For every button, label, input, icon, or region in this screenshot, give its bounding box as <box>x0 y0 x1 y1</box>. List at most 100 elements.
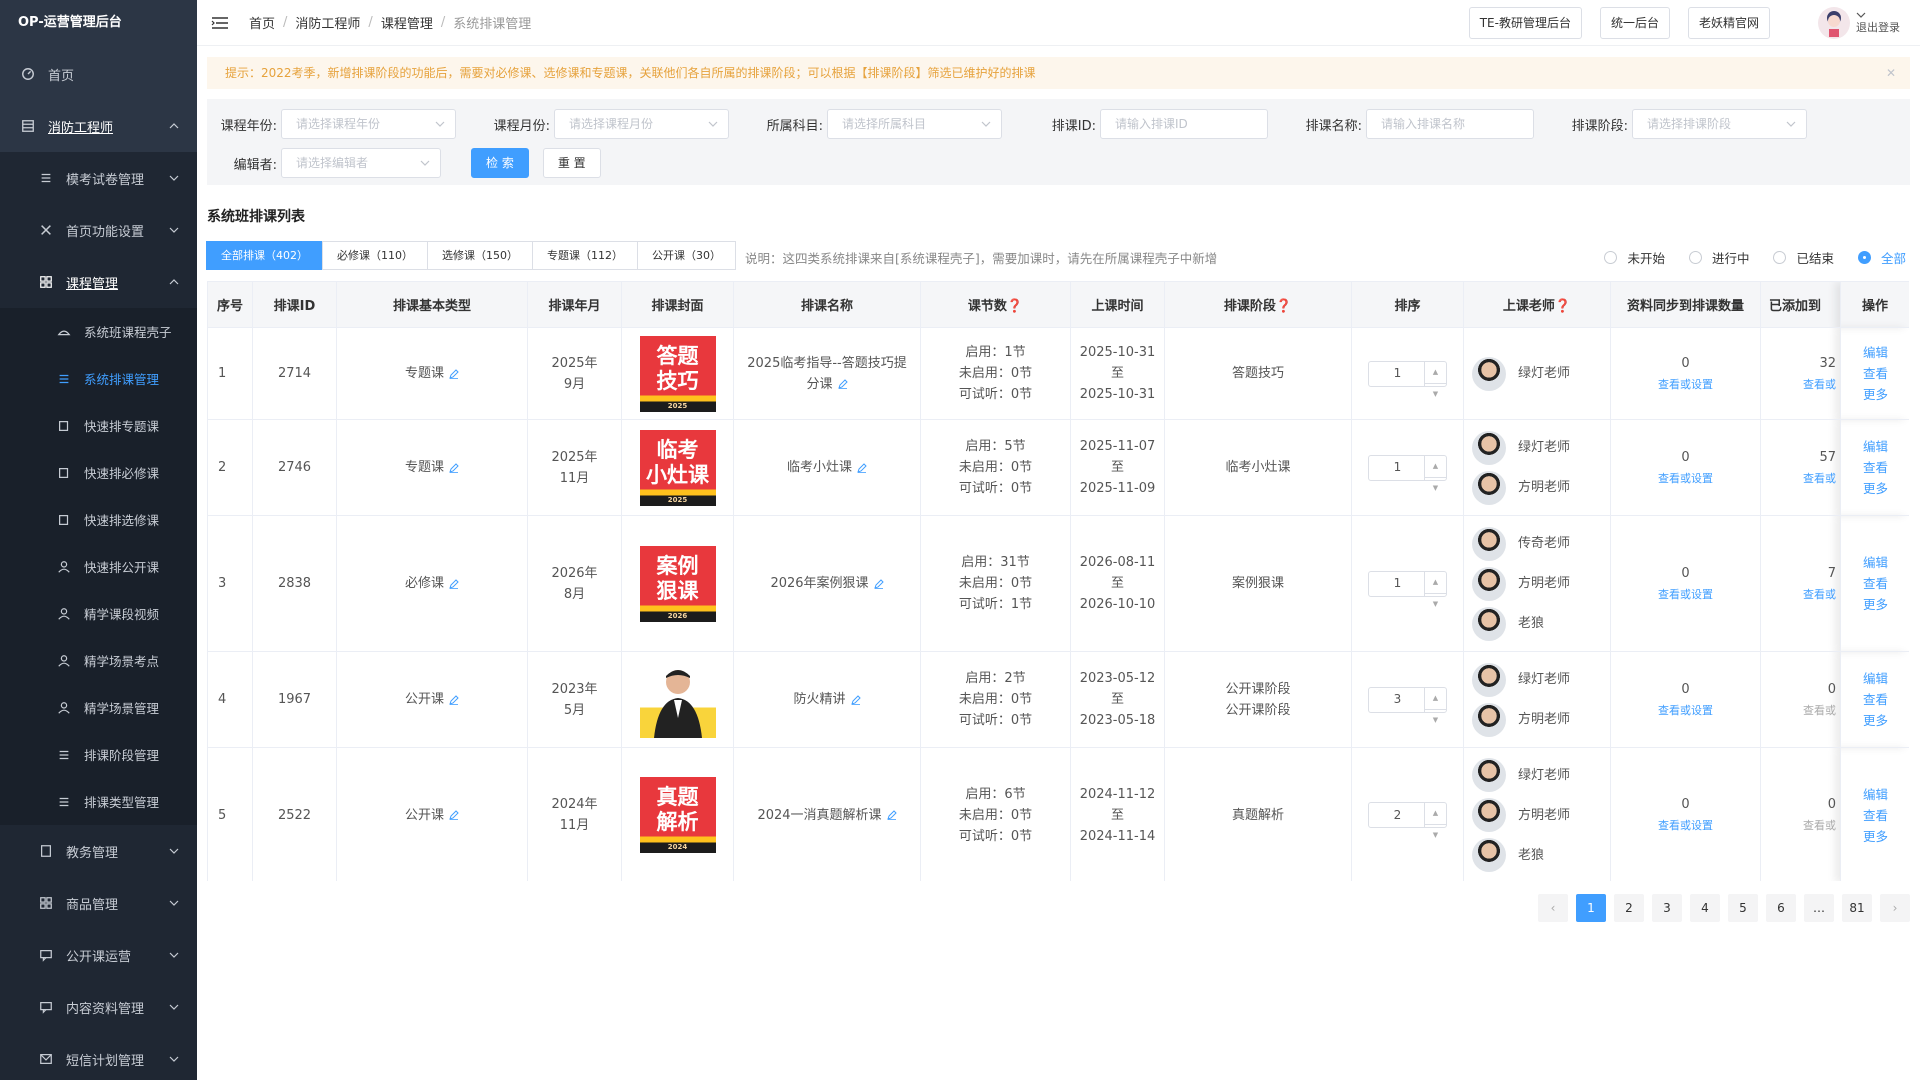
more-link[interactable]: 更多 <box>1863 478 1909 499</box>
sidebar-item-sms[interactable]: 短信计划管理 <box>0 1033 197 1080</box>
sync-settings-link[interactable]: 查看或设置 <box>1611 815 1760 836</box>
sidebar-item-course-management[interactable]: 课程管理 <box>0 256 197 308</box>
sidebar-group-fire-engineer[interactable]: 消防工程师 <box>0 100 197 152</box>
decrement-icon[interactable]: ▼ <box>1425 478 1446 499</box>
order-stepper[interactable]: 1 ▲ ▼ <box>1368 360 1447 398</box>
menu-toggle-icon[interactable] <box>211 16 229 30</box>
view-link[interactable]: 查看 <box>1863 689 1909 710</box>
help-icon[interactable]: ❓ <box>1555 299 1571 314</box>
view-link[interactable]: 查看 <box>1863 805 1909 826</box>
sidebar-item-scene-management[interactable]: 精学场景管理 <box>0 684 197 731</box>
view-link[interactable]: 查看 <box>1863 457 1909 478</box>
edit-icon[interactable] <box>886 810 897 820</box>
edit-link[interactable]: 编辑 <box>1863 342 1909 363</box>
sidebar-item-schedule-management[interactable]: 系统排课管理 <box>0 355 197 402</box>
sync-settings-link[interactable]: 查看或设置 <box>1611 700 1760 721</box>
year-select[interactable]: 请选择课程年份 <box>281 109 456 139</box>
subject-select[interactable]: 请选择所属科目 <box>827 109 1002 139</box>
radio-in-progress[interactable]: 进行中 <box>1688 248 1749 267</box>
sidebar-item-quick-elective[interactable]: 快速排选修课 <box>0 496 197 543</box>
user-menu[interactable]: 退出登录 <box>1818 6 1900 39</box>
edit-icon[interactable] <box>449 694 459 705</box>
increment-icon[interactable]: ▲ <box>1425 803 1446 825</box>
sidebar-item-course-shell[interactable]: 系统班课程壳子 <box>0 308 197 355</box>
page-button[interactable]: 4 <box>1690 894 1720 922</box>
order-stepper[interactable]: 2 ▲ ▼ <box>1368 802 1447 839</box>
page-button[interactable]: 3 <box>1652 894 1682 922</box>
added-settings-link[interactable]: 查看或 <box>1762 815 1836 836</box>
tab-elective[interactable]: 选修课（150） <box>427 241 533 270</box>
sidebar-item-academic[interactable]: 教务管理 <box>0 825 197 877</box>
more-link[interactable]: 更多 <box>1863 384 1909 405</box>
more-link[interactable]: 更多 <box>1863 594 1909 615</box>
edit-icon[interactable] <box>449 462 459 473</box>
tab-required[interactable]: 必修课（110） <box>322 241 428 270</box>
sidebar-item-home-settings[interactable]: 首页功能设置 <box>0 204 197 256</box>
edit-icon[interactable] <box>449 810 459 820</box>
edit-icon[interactable] <box>449 578 459 589</box>
close-icon[interactable]: ✕ <box>1886 57 1896 89</box>
increment-icon[interactable]: ▲ <box>1425 362 1446 384</box>
added-settings-link[interactable]: 查看或 <box>1762 468 1836 489</box>
page-button[interactable]: 6 <box>1766 894 1796 922</box>
sidebar-item-type-management[interactable]: 排课类型管理 <box>0 778 197 825</box>
edit-link[interactable]: 编辑 <box>1863 668 1909 689</box>
sync-settings-link[interactable]: 查看或设置 <box>1611 374 1760 395</box>
edit-icon[interactable] <box>449 368 459 379</box>
prev-page-icon[interactable]: ‹ <box>1538 894 1568 922</box>
page-button[interactable]: 5 <box>1728 894 1758 922</box>
search-button[interactable]: 检 索 <box>471 148 529 178</box>
te-admin-button[interactable]: TE-教研管理后台 <box>1468 6 1582 39</box>
sidebar-item-home[interactable]: 首页 <box>0 48 197 100</box>
reset-button[interactable]: 重 置 <box>542 148 601 178</box>
edit-icon[interactable] <box>837 379 848 389</box>
sidebar-item-quick-public[interactable]: 快速排公开课 <box>0 543 197 590</box>
more-link[interactable]: 更多 <box>1863 826 1909 847</box>
sidebar-item-public-ops[interactable]: 公开课运营 <box>0 929 197 981</box>
sidebar-item-content[interactable]: 内容资料管理 <box>0 981 197 1033</box>
decrement-icon[interactable]: ▼ <box>1425 710 1446 731</box>
tab-all[interactable]: 全部排课（402） <box>206 241 323 270</box>
breadcrumb-course[interactable]: 课程管理 <box>381 13 433 32</box>
added-settings-link[interactable]: 查看或 <box>1762 584 1836 605</box>
sync-settings-link[interactable]: 查看或设置 <box>1611 584 1760 605</box>
page-button[interactable]: 1 <box>1576 894 1606 922</box>
next-page-icon[interactable]: › <box>1880 894 1910 922</box>
name-input[interactable]: 请输入排课名称 <box>1366 109 1534 139</box>
decrement-icon[interactable]: ▼ <box>1425 594 1446 615</box>
edit-icon[interactable] <box>857 462 867 473</box>
page-button[interactable]: 81 <box>1842 894 1872 922</box>
sync-settings-link[interactable]: 查看或设置 <box>1611 468 1760 489</box>
radio-ended[interactable]: 已结束 <box>1773 248 1834 267</box>
sidebar-item-quick-required[interactable]: 快速排必修课 <box>0 449 197 496</box>
edit-icon[interactable] <box>850 694 861 705</box>
increment-icon[interactable]: ▲ <box>1425 572 1446 594</box>
edit-link[interactable]: 编辑 <box>1863 552 1909 573</box>
sidebar-item-scene-points[interactable]: 精学场景考点 <box>0 637 197 684</box>
increment-icon[interactable]: ▲ <box>1425 456 1446 478</box>
help-icon[interactable]: ❓ <box>1007 299 1023 314</box>
logout-link[interactable]: 退出登录 <box>1856 19 1900 35</box>
tab-public[interactable]: 公开课（30） <box>637 241 736 270</box>
added-settings-link[interactable]: 查看或 <box>1762 700 1836 721</box>
stage-select[interactable]: 请选择排课阶段 <box>1632 109 1807 139</box>
order-stepper[interactable]: 1 ▲ ▼ <box>1368 570 1447 608</box>
tab-topic[interactable]: 专题课（112） <box>532 241 638 270</box>
month-select[interactable]: 请选择课程月份 <box>554 109 729 139</box>
view-link[interactable]: 查看 <box>1863 363 1909 384</box>
edit-link[interactable]: 编辑 <box>1863 436 1909 457</box>
edit-link[interactable]: 编辑 <box>1863 784 1909 805</box>
page-ellipsis[interactable]: … <box>1804 894 1834 922</box>
order-stepper[interactable]: 3 ▲ ▼ <box>1368 686 1447 724</box>
sidebar-item-video-segments[interactable]: 精学课段视频 <box>0 590 197 637</box>
radio-all[interactable]: 全部 <box>1857 248 1906 267</box>
decrement-icon[interactable]: ▼ <box>1425 825 1446 846</box>
breadcrumb-fire-engineer[interactable]: 消防工程师 <box>295 13 360 32</box>
editor-select[interactable]: 请选择编辑者 <box>281 148 441 178</box>
edit-icon[interactable] <box>873 578 884 589</box>
unified-admin-button[interactable]: 统一后台 <box>1599 6 1670 39</box>
increment-icon[interactable]: ▲ <box>1425 688 1446 710</box>
view-link[interactable]: 查看 <box>1863 573 1909 594</box>
added-settings-link[interactable]: 查看或 <box>1762 374 1836 395</box>
radio-not-started[interactable]: 未开始 <box>1604 248 1665 267</box>
